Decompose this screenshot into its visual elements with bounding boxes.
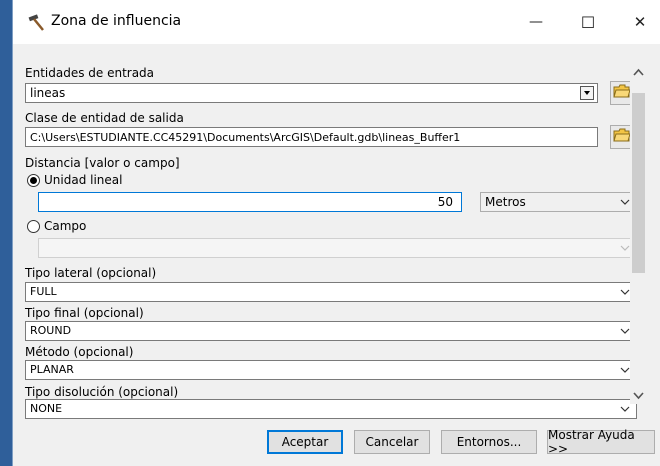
dropdown-arrow-icon[interactable] (580, 86, 594, 100)
input-features-field[interactable]: lineas (25, 83, 598, 103)
field-option-label: Campo (44, 219, 87, 233)
chevron-down-icon (620, 289, 630, 295)
linear-unit-option-label: Unidad lineal (44, 173, 123, 187)
output-feature-class-field[interactable]: C:\Users\ESTUDIANTE.CC45291\Documents\Ar… (25, 127, 598, 147)
chevron-down-icon (620, 367, 630, 373)
end-type-label: Tipo final (opcional) (25, 306, 144, 320)
close-icon: ✕ (633, 13, 647, 31)
open-folder-icon (613, 127, 631, 147)
button-bar: Aceptar Cancelar Entornos... Mostrar Ayu… (13, 424, 660, 466)
side-type-select[interactable]: FULL (25, 282, 637, 302)
cancel-button[interactable]: Cancelar (354, 430, 430, 454)
minimize-button[interactable]: — (513, 4, 559, 40)
method-label: Método (opcional) (25, 345, 134, 359)
hammer-icon (27, 13, 47, 33)
maximize-button[interactable]: ☐ (565, 4, 611, 40)
scroll-thumb[interactable] (632, 93, 645, 273)
field-radio[interactable] (27, 220, 40, 233)
output-feature-class-value: C:\Users\ESTUDIANTE.CC45291\Documents\Ar… (30, 131, 461, 144)
close-button[interactable]: ✕ (617, 4, 660, 40)
scroll-up-icon[interactable] (632, 64, 645, 83)
chevron-down-icon (620, 328, 630, 334)
distance-label: Distancia [valor o campo] (25, 156, 180, 170)
chevron-down-icon (620, 406, 630, 412)
dissolve-type-label: Tipo disolución (opcional) (25, 385, 179, 399)
end-type-select[interactable]: ROUND (25, 321, 637, 341)
input-features-value: lineas (30, 86, 66, 100)
open-folder-icon (613, 83, 631, 103)
method-value: PLANAR (30, 363, 74, 376)
output-feature-class-label: Clase de entidad de salida (25, 111, 184, 125)
vertical-scrollbar[interactable] (630, 60, 647, 404)
distance-value: 50 (437, 195, 453, 209)
method-select[interactable]: PLANAR (25, 360, 637, 380)
scroll-down-icon[interactable] (632, 386, 645, 405)
linear-unit-radio[interactable] (27, 174, 40, 187)
dissolve-type-value: NONE (30, 402, 63, 415)
distance-value-input[interactable]: 50 (38, 192, 462, 212)
field-select (38, 238, 637, 258)
ok-button[interactable]: Aceptar (267, 430, 343, 454)
window-title: Zona de influencia (51, 13, 182, 29)
distance-unit-select[interactable]: Metros (480, 192, 637, 212)
chevron-down-icon (620, 245, 630, 251)
input-features-label: Entidades de entrada (25, 66, 155, 80)
minimize-icon: — (529, 14, 543, 30)
background-window-strip (0, 0, 12, 466)
maximize-icon: ☐ (580, 12, 596, 32)
distance-unit-value: Metros (485, 195, 526, 209)
environments-button[interactable]: Entornos... (441, 430, 537, 454)
dissolve-type-select[interactable]: NONE (25, 399, 637, 419)
side-type-value: FULL (30, 285, 57, 298)
parameters-panel: Entidades de entrada lineas Clase de ent… (13, 44, 660, 424)
title-bar[interactable]: Zona de influencia — ☐ ✕ (13, 0, 660, 44)
chevron-down-icon (620, 199, 630, 205)
show-help-button[interactable]: Mostrar Ayuda >> (547, 428, 655, 456)
side-type-label: Tipo lateral (opcional) (25, 266, 157, 280)
tool-dialog-window: Zona de influencia — ☐ ✕ Entidades de en… (0, 0, 660, 466)
end-type-value: ROUND (30, 324, 72, 337)
